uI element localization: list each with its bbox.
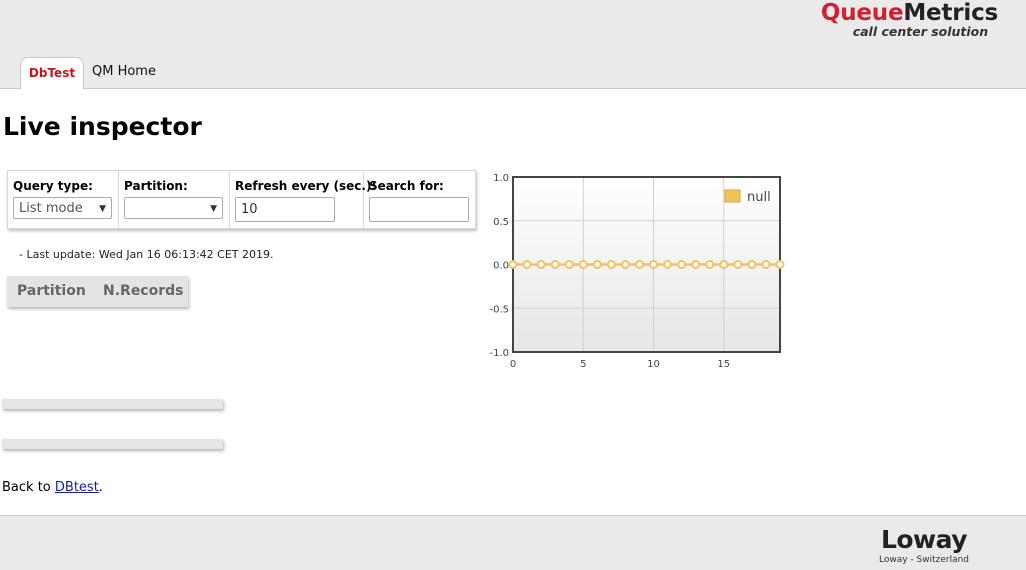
data-point bbox=[747, 260, 757, 269]
query-type-select[interactable]: List mode ▼ bbox=[13, 197, 112, 219]
y-tick-label: -0.5 bbox=[489, 304, 509, 315]
data-point bbox=[677, 260, 687, 269]
empty-panel-bar bbox=[2, 439, 223, 449]
footer-bar bbox=[0, 515, 1026, 570]
data-point bbox=[691, 260, 701, 269]
query-type-label: Query type: bbox=[13, 179, 93, 193]
filter-form: Query type: List mode ▼ Partition: ▼ Ref… bbox=[7, 170, 476, 229]
data-point bbox=[733, 260, 743, 269]
tab-dbtest[interactable]: DbTest bbox=[20, 57, 84, 90]
back-suffix: . bbox=[98, 480, 103, 495]
refresh-label: Refresh every (sec.): bbox=[235, 179, 377, 193]
data-point bbox=[761, 260, 771, 269]
page-title: Live inspector bbox=[3, 112, 202, 141]
partition-field: Partition: ▼ bbox=[119, 171, 230, 228]
data-point bbox=[634, 260, 644, 269]
data-point bbox=[564, 260, 574, 269]
data-point bbox=[508, 260, 518, 269]
data-point bbox=[663, 260, 673, 269]
data-point bbox=[522, 260, 532, 269]
loway-logo: Loway Loway - Switzerland bbox=[874, 527, 974, 565]
refresh-input[interactable]: 10 bbox=[235, 197, 335, 222]
y-tick-label: 1.0 bbox=[493, 173, 509, 184]
partition-label: Partition: bbox=[124, 179, 188, 193]
tab-qm-home[interactable]: QM Home bbox=[92, 57, 156, 87]
search-field: Search for: bbox=[364, 171, 475, 228]
x-tick-label: 5 bbox=[580, 359, 586, 370]
data-point bbox=[592, 260, 602, 269]
loway-brand: Loway bbox=[880, 525, 968, 554]
logo-tagline: call center solution bbox=[852, 24, 989, 39]
header-bar: QueueMetrics call center solution DbTest… bbox=[0, 0, 1026, 90]
x-tick-label: 0 bbox=[510, 359, 516, 370]
chevron-down-icon: ▼ bbox=[99, 204, 106, 214]
last-update-text: - Last update: Wed Jan 16 06:13:42 CET 2… bbox=[19, 248, 274, 261]
data-point bbox=[705, 260, 715, 269]
query-type-value: List mode bbox=[19, 201, 83, 216]
back-link-line: Back to DBtest. bbox=[2, 480, 103, 495]
empty-panel-bar bbox=[2, 399, 223, 409]
partition-select[interactable]: ▼ bbox=[124, 197, 223, 219]
column-header-partition: Partition bbox=[17, 283, 86, 299]
data-point bbox=[578, 260, 588, 269]
chevron-down-icon: ▼ bbox=[210, 204, 217, 214]
data-point bbox=[536, 260, 546, 269]
search-label: Search for: bbox=[369, 179, 444, 193]
y-tick-label: 0.5 bbox=[493, 217, 509, 228]
search-input[interactable] bbox=[369, 197, 469, 222]
data-point bbox=[775, 260, 785, 269]
legend-label: null bbox=[747, 190, 771, 205]
logo-text-metrics: Metrics bbox=[903, 0, 998, 26]
back-text: Back to bbox=[2, 480, 55, 495]
query-type-field: Query type: List mode ▼ bbox=[8, 171, 119, 228]
refresh-field: Refresh every (sec.): 10 bbox=[230, 171, 376, 228]
live-chart: 0 5 10 15 1.0 0.5 0.0 -0.5 -1.0 null bbox=[489, 173, 785, 370]
y-tick-label: 0.0 bbox=[493, 261, 509, 272]
dbtest-link[interactable]: DBtest bbox=[55, 480, 99, 495]
data-point bbox=[550, 260, 560, 269]
logo-text-queue: Queue bbox=[820, 0, 904, 26]
queuemetrics-logo: QueueMetrics call center solution bbox=[821, 2, 998, 39]
data-point bbox=[620, 260, 630, 269]
column-header-nrecords: N.Records bbox=[103, 283, 184, 299]
y-tick-label: -1.0 bbox=[489, 348, 509, 359]
x-tick-label: 10 bbox=[647, 359, 660, 370]
data-point bbox=[606, 260, 616, 269]
legend-swatch bbox=[724, 189, 741, 203]
loway-subtitle: Loway - Switzerland bbox=[878, 555, 970, 565]
partition-table-header: Partition N.Records bbox=[7, 276, 188, 307]
x-tick-label: 15 bbox=[717, 359, 730, 370]
data-point bbox=[719, 260, 729, 269]
data-point bbox=[649, 260, 659, 269]
